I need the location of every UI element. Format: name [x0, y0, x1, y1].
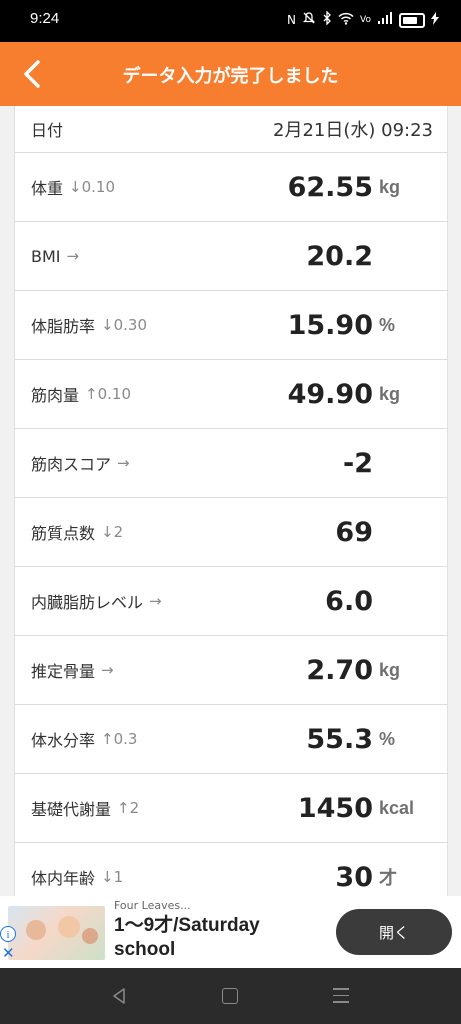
home-square-icon[interactable] [222, 988, 238, 1004]
signal-icon [377, 11, 393, 29]
metric-row-body-fat: 体脂肪率 ↓0.30 15.90 % [15, 291, 447, 360]
metric-row-muscle-mass: 筋肉量 ↑0.10 49.90 kg [15, 360, 447, 429]
page-title: データ入力が完了しました [122, 66, 339, 87]
metric-row-body-water: 体水分率 ↑0.3 55.3 % [15, 705, 447, 774]
status-time: 9:24 [30, 10, 60, 27]
metric-trend: → [149, 592, 162, 610]
metric-row-visceral-fat: 内臓脂肪レベル → 6.0 [15, 567, 447, 636]
metric-trend: ↑0.10 [85, 385, 131, 403]
app-header: データ入力が完了しました [0, 42, 461, 106]
back-triangle-icon[interactable] [112, 988, 126, 1008]
metric-value: 69 [335, 516, 373, 548]
metric-trend: ↓1 [101, 868, 124, 886]
metric-unit: kg [379, 383, 401, 404]
nfc-icon: N [287, 13, 297, 27]
metric-row-weight: 体重 ↓0.10 62.55 kg [15, 153, 447, 222]
metric-unit: 才 [379, 868, 397, 888]
metric-trend: ↓2 [101, 523, 124, 541]
metric-value: 2.70 [306, 654, 373, 686]
metric-value: -2 [343, 447, 373, 479]
mute-icon [302, 11, 316, 29]
result-list: 日付 2月21日(水) 09:23 体重 ↓0.10 62.55 kg BMI → … [14, 106, 448, 896]
status-bar: 9:24 N Vo [0, 0, 461, 42]
metric-value: 15.90 [287, 309, 373, 341]
metric-unit: % [379, 314, 396, 335]
metric-unit: kg [379, 659, 401, 680]
metric-label: 推定骨量 [31, 662, 96, 681]
ad-image-child-2 [58, 916, 80, 938]
metric-label: 体重 [31, 179, 64, 198]
metric-label: 内臓脂肪レベル [31, 593, 144, 612]
metric-value: 6.0 [325, 585, 373, 617]
metric-trend: → [66, 247, 80, 265]
metric-label: 筋肉量 [31, 386, 80, 405]
metric-trend: ↓0.10 [69, 178, 115, 196]
metric-value: 55.3 [306, 723, 373, 755]
metric-row-bone-mass: 推定骨量 → 2.70 kg [15, 636, 447, 705]
metric-unit: % [379, 728, 396, 749]
metric-value: 30 [335, 861, 373, 893]
metric-value: 62.55 [287, 171, 373, 203]
metric-row-basal-metabolism: 基礎代謝量 ↑2 1450 kcal [15, 774, 447, 843]
ad-sponsor: Four Leaves... [114, 899, 191, 912]
metric-label: 体脂肪率 [31, 317, 96, 336]
date-label: 日付 [31, 121, 64, 140]
metric-value: 49.90 [287, 378, 373, 410]
date-row: 日付 2月21日(水) 09:23 [15, 106, 447, 153]
ad-image-child-3 [82, 928, 98, 944]
metric-unit: kg [379, 176, 401, 197]
ad-image-child-1 [26, 920, 46, 940]
metric-value: 1450 [297, 792, 373, 824]
volte-icon: Vo [360, 15, 371, 25]
metric-label: 基礎代謝量 [31, 800, 112, 819]
metric-value: 20.2 [306, 240, 373, 272]
metric-trend: ↓0.30 [101, 316, 147, 334]
system-nav-bar [0, 968, 461, 1024]
metric-row-muscle-score: 筋肉スコア → -2 [15, 429, 447, 498]
metric-trend: ↑2 [117, 799, 140, 817]
metric-row-bmi: BMI → 20.2 [15, 222, 447, 291]
bluetooth-icon [322, 10, 332, 29]
metric-trend: ↑0.3 [101, 730, 138, 748]
ad-image[interactable] [8, 906, 105, 960]
metric-trend: → [117, 454, 130, 472]
metric-label: 筋質点数 [31, 524, 96, 543]
date-value: 2月21日(水) 09:23 [273, 120, 433, 141]
metric-label: 体内年齢 [31, 869, 96, 888]
ad-open-button[interactable]: 開く [336, 909, 452, 955]
battery-icon [399, 12, 425, 28]
metric-row-body-age: 体内年齢 ↓1 30 才 [15, 843, 447, 896]
metric-label: BMI [31, 246, 61, 266]
charging-icon [431, 11, 439, 29]
wifi-icon [338, 12, 354, 29]
menu-lines-icon[interactable] [333, 988, 349, 1008]
metric-label: 体水分率 [31, 731, 96, 750]
metric-trend: → [101, 661, 114, 679]
metric-label: 筋肉スコア [31, 455, 112, 474]
metric-unit: kcal [379, 797, 415, 818]
ad-close-icon[interactable]: ✕ [2, 946, 15, 961]
ad-title[interactable]: 1〜9才/Saturday school [114, 914, 314, 962]
status-icons: N Vo [287, 10, 439, 29]
metric-row-muscle-quality: 筋質点数 ↓2 69 [15, 498, 447, 567]
ad-info-icon[interactable]: i [0, 926, 16, 942]
ad-banner[interactable]: i ✕ Four Leaves... 1〜9才/Saturday school … [0, 896, 461, 968]
